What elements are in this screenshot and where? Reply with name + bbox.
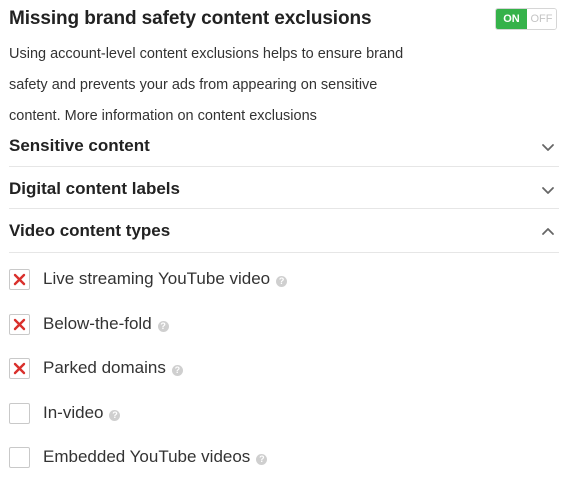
help-icon[interactable]: ?	[157, 320, 169, 332]
checkbox[interactable]	[9, 269, 30, 290]
checkbox[interactable]	[9, 313, 30, 335]
help-icon[interactable]: ?	[171, 365, 183, 376]
toggle-on-option[interactable]: ON	[496, 9, 527, 29]
x-mark-icon	[13, 318, 26, 330]
section-label: Digital content labels	[9, 179, 180, 198]
chevron-down-icon[interactable]	[541, 142, 555, 152]
x-mark-icon	[13, 273, 26, 286]
description: Using account-level content exclusions h…	[9, 39, 559, 132]
option-below-the-fold[interactable]: Below-the-fold?	[9, 310, 559, 355]
section-video-content-types[interactable]: Video content types	[9, 209, 559, 253]
option-label: In-video?	[43, 403, 121, 423]
panel-title: Missing brand safety content exclusions	[9, 8, 372, 29]
section-label: Video content types	[9, 221, 171, 240]
option-label: Parked domains?	[43, 358, 183, 378]
option-label: Below-the-fold?	[43, 314, 169, 334]
option-live-streaming[interactable]: Live streaming YouTube video?	[9, 265, 559, 310]
help-icon[interactable]: ?	[276, 276, 288, 287]
option-in-video[interactable]: In-video?	[9, 399, 559, 444]
section-sensitive-content[interactable]: Sensitive content	[9, 132, 559, 167]
option-label: Embedded YouTube videos?	[43, 447, 268, 467]
help-icon[interactable]: ?	[109, 409, 121, 421]
chevron-up-icon[interactable]	[541, 227, 555, 237]
section-label: Sensitive content	[9, 136, 150, 155]
description-line: content. More information on content exc…	[9, 108, 317, 124]
checkbox[interactable]	[9, 402, 30, 424]
x-mark-icon	[13, 362, 26, 375]
option-parked-domains[interactable]: Parked domains?	[9, 354, 559, 399]
description-line: Using account-level content exclusions h…	[9, 46, 404, 62]
description-line: safety and prevents your ads from appear…	[9, 77, 378, 93]
chevron-down-icon[interactable]	[541, 185, 555, 195]
option-label: Live streaming YouTube video?	[43, 269, 288, 289]
video-content-options: Live streaming YouTube video? Below-the-…	[9, 265, 559, 488]
brand-safety-panel: Missing brand safety content exclusions …	[9, 0, 559, 488]
toggle-off-option[interactable]: OFF	[527, 9, 556, 29]
header-row: Missing brand safety content exclusions …	[9, 0, 559, 38]
section-digital-content-labels[interactable]: Digital content labels	[9, 167, 559, 209]
on-off-toggle[interactable]: ON OFF	[495, 8, 557, 30]
checkbox[interactable]	[9, 358, 30, 379]
help-icon[interactable]: ?	[256, 454, 268, 465]
checkbox[interactable]	[9, 447, 30, 468]
